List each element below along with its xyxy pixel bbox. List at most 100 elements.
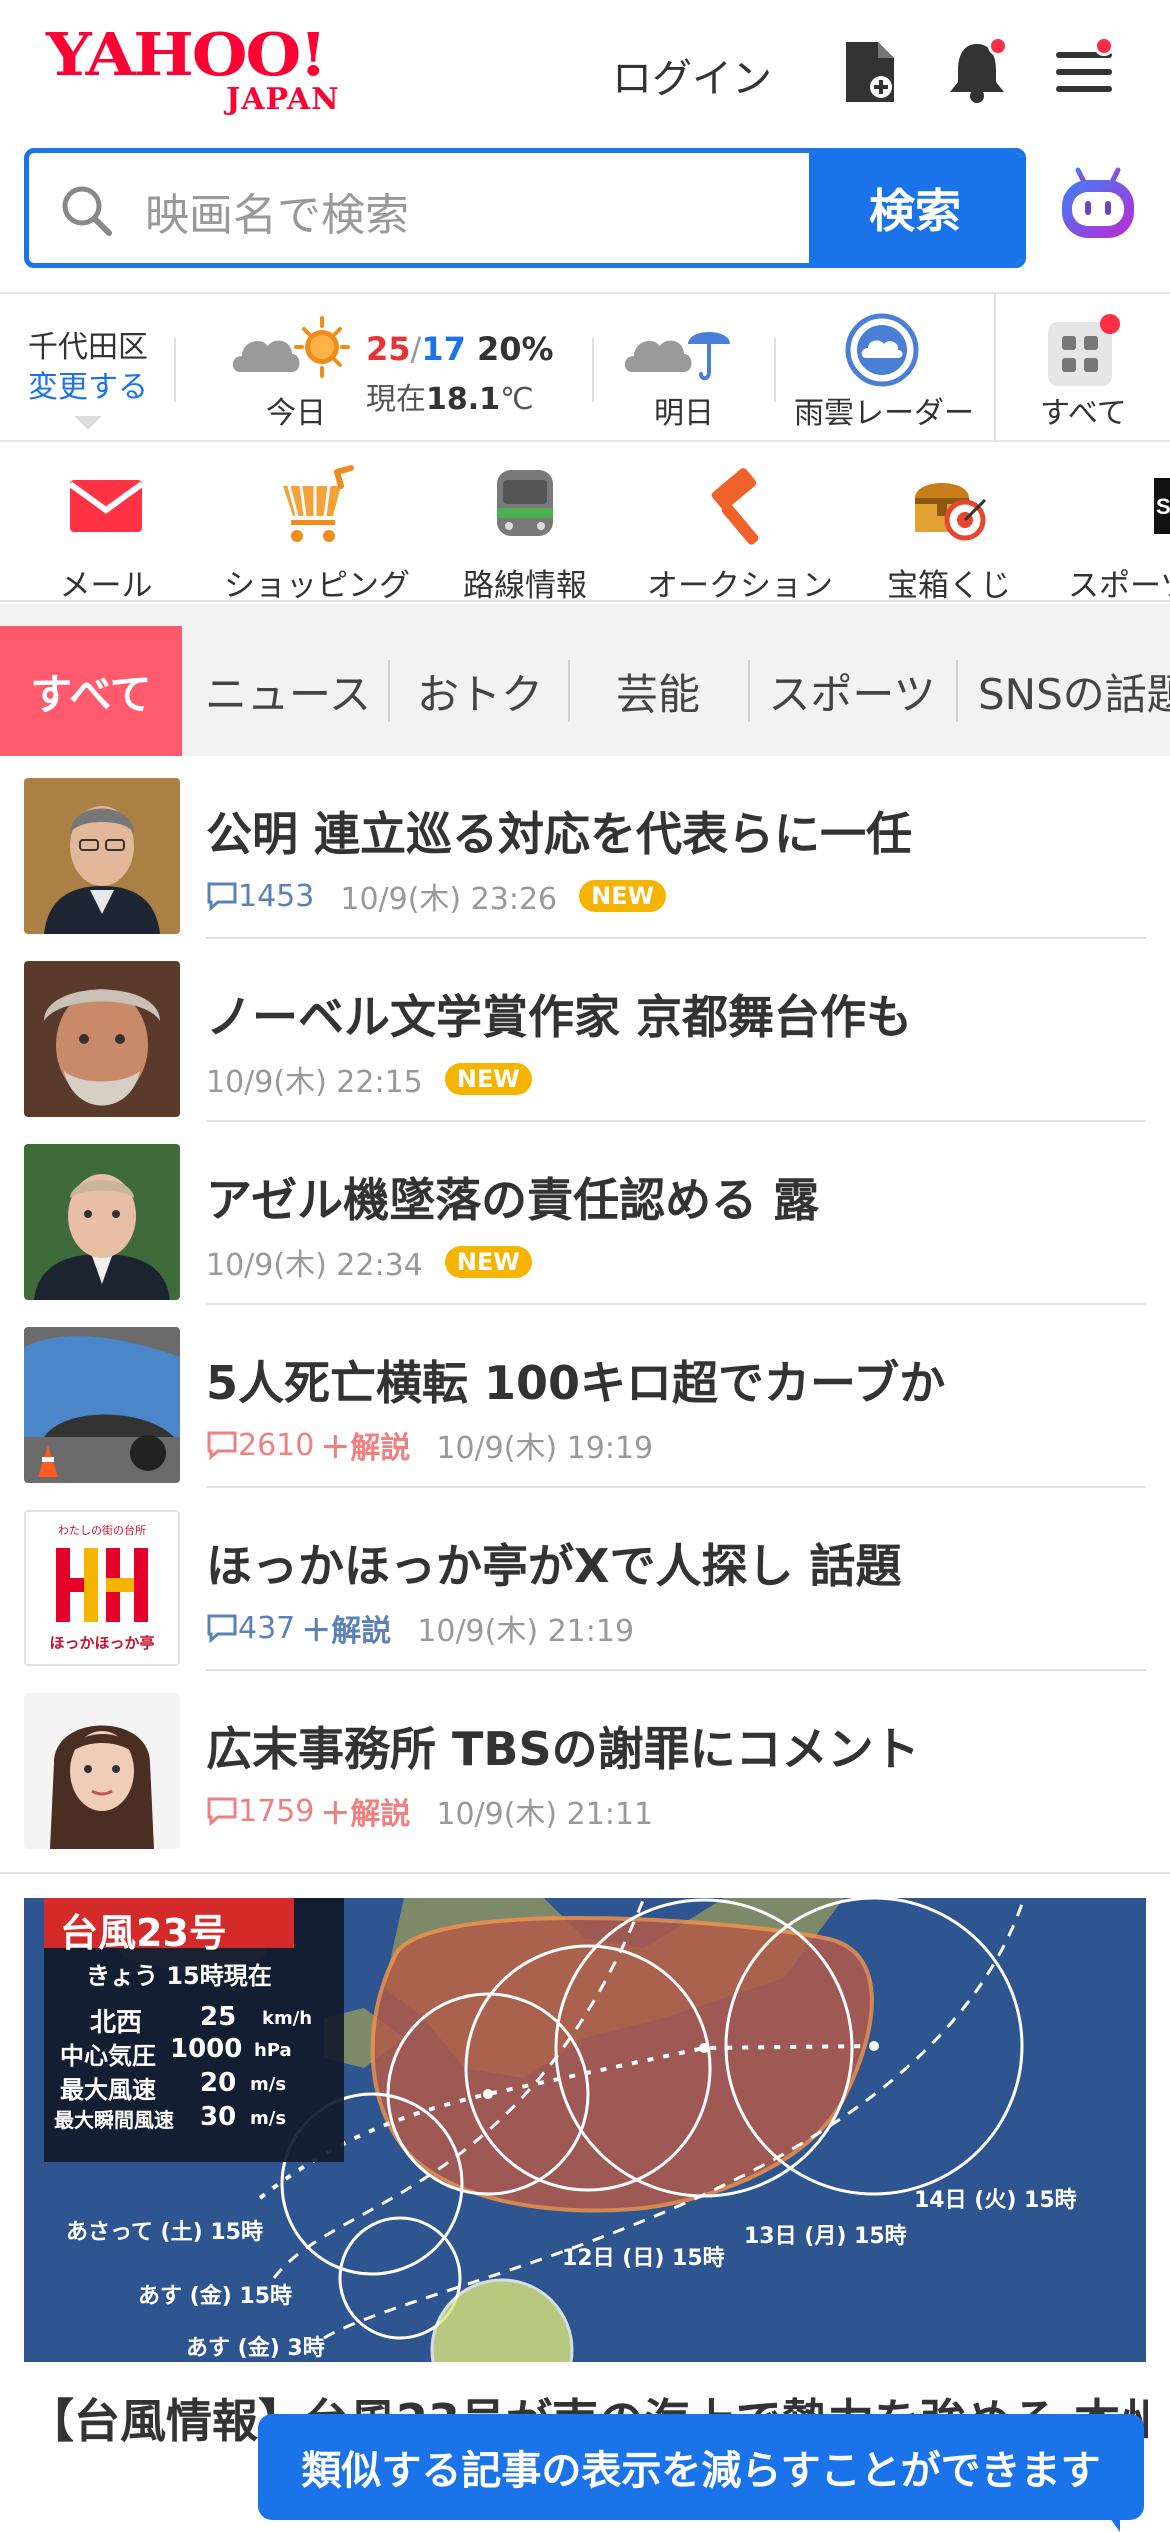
service-row: メール ショッピング 路線情報 オークション 宝箱くじ S スポー (0, 444, 1170, 602)
tab-news[interactable]: ニュース (192, 626, 384, 756)
news-time: 10/9(木) 21:11 (436, 1797, 654, 1832)
svg-text:ほっかほっか亭: ほっかほっか亭 (49, 1634, 154, 1652)
logo-subtext: JAPAN (226, 82, 340, 117)
commentary-label: ＋解説 (320, 1797, 411, 1832)
commentary-label: ＋解説 (301, 1614, 392, 1649)
service-label: 宝箱くじ (887, 568, 1011, 602)
news-time: 10/9(木) 21:19 (417, 1614, 635, 1649)
new-badge: NEW (444, 1246, 532, 1278)
gavel-icon (711, 468, 759, 545)
login-link[interactable]: ログイン (612, 46, 772, 104)
new-badge: NEW (444, 1063, 532, 1095)
comment-count[interactable]: 2610 ＋解説 (206, 1423, 410, 1467)
news-item[interactable]: 公明 連立巡る対応を代表らに一任 1453 10/9(木) 23:26 NEW (0, 756, 1170, 939)
cloudy-rain-icon[interactable] (622, 312, 746, 386)
tab-sns[interactable]: SNSの話題 (962, 626, 1170, 756)
service-mail[interactable]: メール (54, 464, 158, 600)
news-meta: 10/9(木) 22:34 NEW (206, 1240, 532, 1284)
service-transit[interactable]: 路線情報 (460, 464, 590, 600)
change-location-link[interactable]: 変更する (28, 368, 148, 408)
news-item[interactable]: ノーベル文学賞作家 京都舞台作も 10/9(木) 22:15 NEW (0, 939, 1170, 1122)
forecast-label: あす (金) 3時 (186, 2336, 325, 2361)
high-temp: 25 (366, 330, 411, 368)
svg-text:わたしの街の台所: わたしの街の台所 (58, 1523, 146, 1537)
location-name: 千代田区 (28, 330, 148, 365)
category-tabs: すべて ニュース おトク 芸能 スポーツ SNSの話題 (0, 626, 1170, 756)
news-time: 10/9(木) 23:26 (340, 882, 558, 917)
cart-icon (283, 465, 354, 542)
service-auction[interactable]: オークション (646, 464, 834, 600)
new-document-icon[interactable] (838, 38, 904, 106)
news-headline[interactable]: ノーベル文学賞作家 京都舞台作も (206, 981, 912, 1047)
comment-count[interactable]: 1453 (206, 879, 314, 914)
comment-icon (207, 1797, 237, 1826)
search-box[interactable]: 映画名で検索 検索 (24, 148, 1026, 268)
news-headline[interactable]: 広末事務所 TBSの謝罪にコメント (206, 1713, 920, 1779)
search-button[interactable]: 検索 (809, 153, 1021, 263)
news-meta: 10/9(木) 22:15 NEW (206, 1057, 532, 1101)
news-time: 10/9(木) 22:34 (206, 1248, 423, 1283)
forecast-label: あさって (土) 15時 (66, 2220, 263, 2245)
service-label: メール (59, 568, 153, 602)
treasure-icon (915, 483, 987, 541)
logo-text: YAHOO! (46, 20, 327, 90)
divider (0, 604, 1170, 626)
forecast-label: 14日 (火) 15時 (914, 2188, 1077, 2213)
menu-icon[interactable] (1050, 36, 1116, 106)
news-item[interactable]: 広末事務所 TBSの謝罪にコメント 1759 ＋解説 10/9(木) 21:11 (0, 1671, 1170, 1854)
typhoon-key: 最大瞬間風速 (54, 2108, 174, 2132)
rain-radar-icon[interactable] (844, 312, 920, 388)
typhoon-unit: m/s (250, 2108, 287, 2129)
comment-icon (207, 882, 237, 911)
tab-sports[interactable]: スポーツ (752, 626, 952, 756)
service-sports[interactable]: SPO スポーツ (1068, 464, 1170, 600)
news-headline[interactable]: 公明 連立巡る対応を代表らに一任 (206, 798, 912, 864)
typhoon-map-image[interactable]: 台風23号 きょう 15時現在 北西 25 km/h 中心気圧 1000 hPa… (24, 1898, 1146, 2362)
toast-tail (1104, 2510, 1120, 2532)
news-meta: 1453 10/9(木) 23:26 NEW (206, 874, 667, 918)
news-meta: 2610 ＋解説 10/9(木) 19:19 (206, 1423, 653, 1467)
news-time: 10/9(木) 22:15 (206, 1065, 423, 1100)
notification-dot (988, 36, 1008, 56)
typhoon-key: 最大風速 (60, 2076, 156, 2104)
typhoon-unit: m/s (250, 2074, 287, 2095)
bell-icon[interactable] (944, 36, 1010, 106)
news-thumbnail: わたしの街の台所 ほっかほっか亭 (24, 1510, 180, 1666)
typhoon-value: 25 (200, 2002, 237, 2032)
news-item[interactable]: わたしの街の台所 ほっかほっか亭 ほっかほっか亭がXで人探し 話題 437 ＋解説… (0, 1488, 1170, 1671)
weather-location[interactable]: 千代田区 変更する (28, 328, 148, 408)
comment-count[interactable]: 1759 ＋解説 (206, 1789, 410, 1833)
today-temperatures: 25/17 20% (366, 330, 554, 368)
typhoon-value: 20 (200, 2068, 237, 2098)
all-label: すべて (1040, 396, 1127, 431)
service-shopping[interactable]: ショッピング (222, 464, 412, 600)
news-headline[interactable]: アゼル機墜落の責任認める 露 (206, 1164, 819, 1230)
news-meta: 437 ＋解説 10/9(木) 21:19 (206, 1606, 634, 1650)
menu-dot (1094, 36, 1114, 56)
forecast-label: 12日 (日) 15時 (562, 2246, 725, 2271)
tab-deals[interactable]: おトク (392, 626, 568, 756)
info-toast[interactable]: 類似する記事の表示を減らすことができます (258, 2414, 1144, 2520)
forecast-label: あす (金) 15時 (138, 2284, 293, 2309)
divider (0, 1872, 1170, 1874)
service-label: ショッピング (224, 568, 410, 602)
ai-assistant-icon[interactable] (1058, 166, 1138, 246)
tab-all[interactable]: すべて (0, 626, 182, 756)
tomorrow-label: 明日 (654, 396, 714, 431)
service-lottery[interactable]: 宝箱くじ (884, 464, 1014, 600)
all-services-icon[interactable] (1048, 314, 1120, 386)
service-label: 路線情報 (463, 568, 587, 602)
news-meta: 1759 ＋解説 10/9(木) 21:11 (206, 1789, 653, 1833)
news-headline[interactable]: ほっかほっか亭がXで人探し 話題 (206, 1530, 901, 1596)
radar-label: 雨雲レーダー (794, 396, 974, 431)
yahoo-japan-logo[interactable]: YAHOO! JAPAN (46, 26, 366, 118)
cloudy-sunny-icon[interactable] (230, 312, 354, 386)
news-item[interactable]: アゼル機墜落の責任認める 露 10/9(木) 22:34 NEW (0, 1122, 1170, 1305)
typhoon-key: 中心気圧 (60, 2042, 156, 2070)
comment-count[interactable]: 437 ＋解説 (206, 1606, 391, 1650)
search-input[interactable]: 映画名で検索 (145, 179, 409, 243)
current-temp: 現在18.1℃ (366, 382, 534, 417)
news-item[interactable]: 5人死亡横転 100キロ超でカーブか 2610 ＋解説 10/9(木) 19:19 (0, 1305, 1170, 1488)
news-headline[interactable]: 5人死亡横転 100キロ超でカーブか (206, 1347, 945, 1413)
tab-entertainment[interactable]: 芸能 (570, 626, 746, 756)
